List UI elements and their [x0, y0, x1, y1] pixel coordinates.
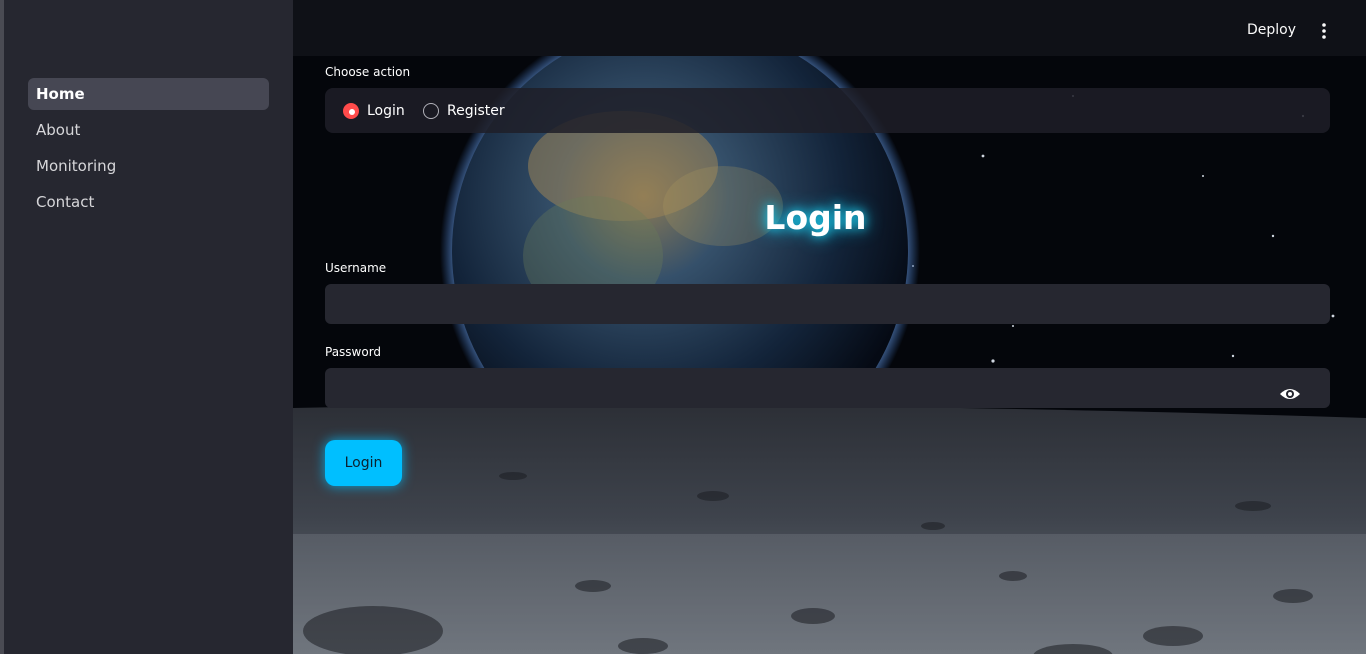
radio-register-label: Register	[447, 103, 505, 119]
sidebar-item-home[interactable]: Home	[28, 78, 269, 110]
login-button[interactable]: Login	[325, 440, 402, 486]
password-input[interactable]	[325, 368, 1330, 408]
sidebar-item-contact[interactable]: Contact	[28, 186, 269, 218]
top-header: Deploy	[293, 0, 1366, 56]
sidebar-item-monitoring[interactable]: Monitoring	[28, 150, 269, 182]
vertical-dots-icon[interactable]	[1320, 22, 1328, 40]
radio-login-label: Login	[367, 103, 405, 119]
radio-selected-icon[interactable]	[343, 103, 359, 119]
page-title: Login	[764, 198, 867, 237]
username-input[interactable]	[325, 284, 1330, 324]
choose-action-label: Choose action	[325, 65, 411, 79]
eye-icon[interactable]	[1279, 386, 1301, 402]
sidebar-nav: Home About Monitoring Contact	[28, 78, 269, 222]
username-label: Username	[325, 261, 387, 275]
radio-login[interactable]: Login	[343, 103, 405, 119]
password-label: Password	[325, 345, 382, 359]
deploy-button[interactable]: Deploy	[1247, 22, 1296, 38]
radio-register[interactable]: Register	[423, 103, 505, 119]
sidebar-item-about[interactable]: About	[28, 114, 269, 146]
sidebar: Home About Monitoring Contact	[0, 0, 293, 654]
radio-unselected-icon[interactable]	[423, 103, 439, 119]
action-radio-group: Login Register	[325, 88, 1330, 133]
login-form: Choose action Login Register Login Usern…	[293, 56, 1366, 654]
